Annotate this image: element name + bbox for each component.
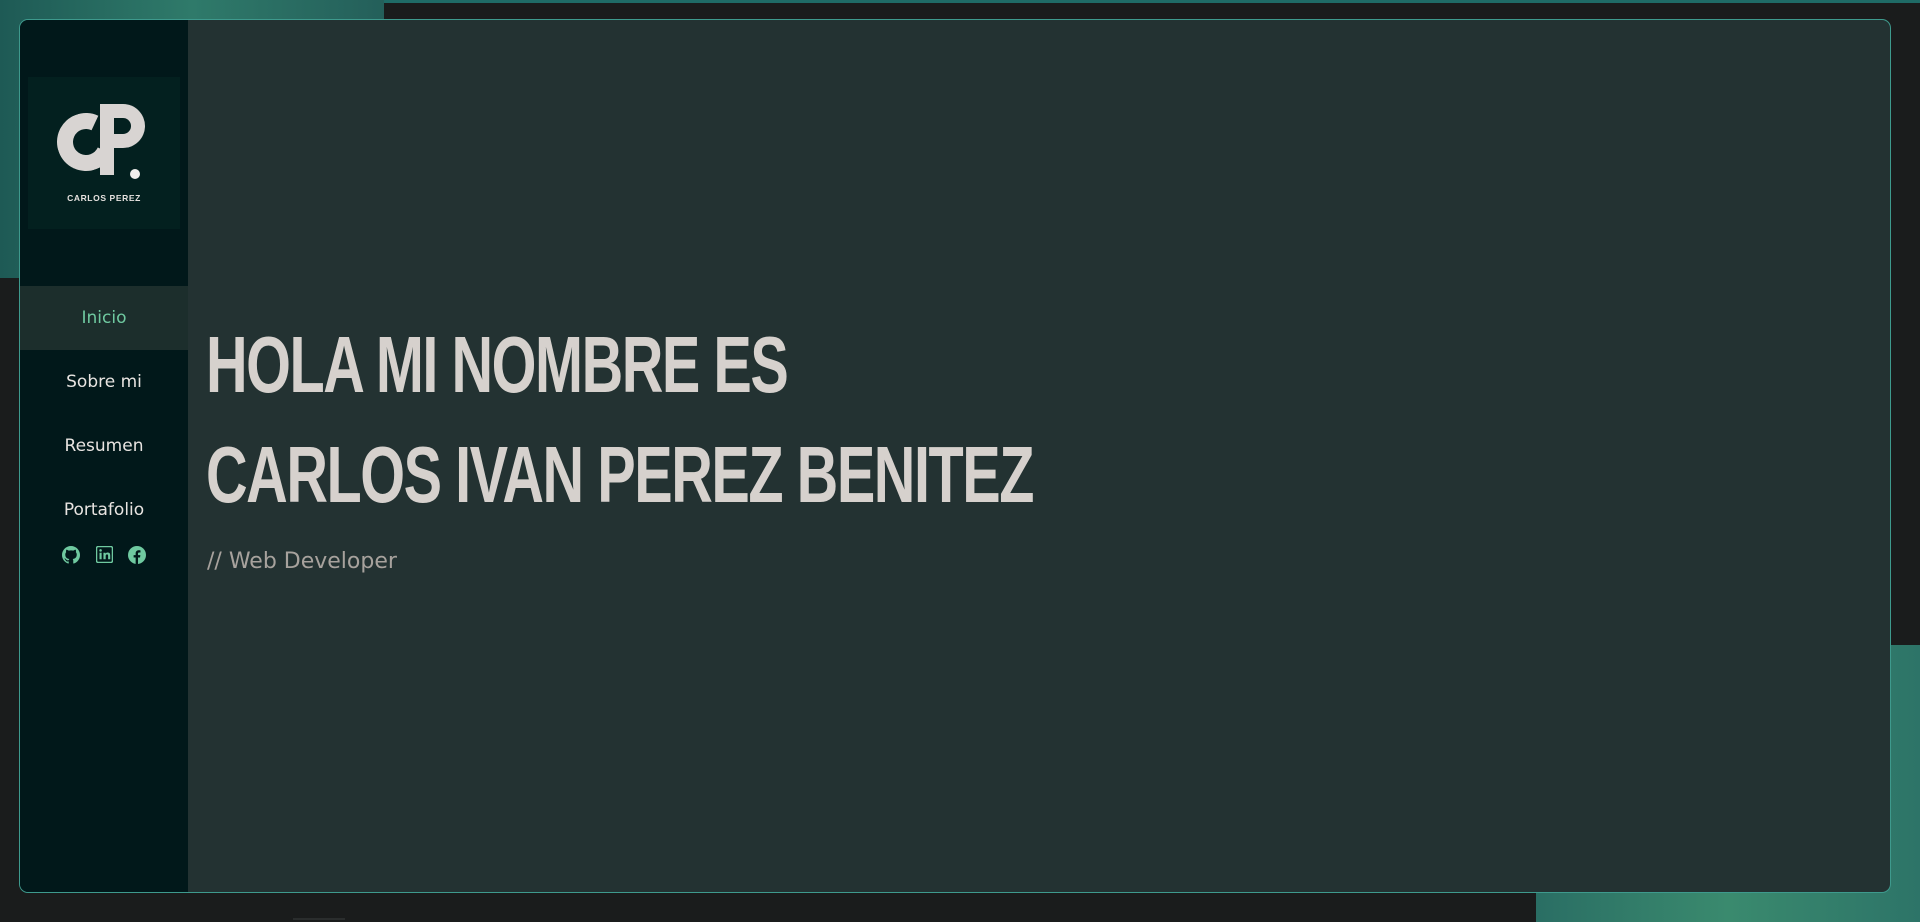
decor-bottom-mark <box>293 918 345 920</box>
decor-top-line <box>384 0 1920 3</box>
logo-text: CARLOS PEREZ <box>67 193 141 203</box>
hero-heading: HOLA MI NOMBRE ES CARLOS IVAN PEREZ BENI… <box>206 310 1034 530</box>
logo-letter-p-bowl <box>100 104 145 148</box>
nav-item-portafolio[interactable]: Portafolio <box>20 478 188 542</box>
sidebar: CARLOS PEREZ Inicio Sobre mi Resumen Por… <box>20 20 188 892</box>
hero-heading-line-1: HOLA MI NOMBRE ES <box>206 320 789 409</box>
linkedin-icon[interactable] <box>94 544 115 565</box>
nav-item-sobre-mi[interactable]: Sobre mi <box>20 350 188 414</box>
logo[interactable]: CARLOS PEREZ <box>28 77 180 229</box>
nav-item-resumen[interactable]: Resumen <box>20 414 188 478</box>
nav-item-inicio[interactable]: Inicio <box>20 286 188 350</box>
app-frame: CARLOS PEREZ Inicio Sobre mi Resumen Por… <box>19 19 1891 893</box>
social-links <box>20 544 188 565</box>
main-content: HOLA MI NOMBRE ES CARLOS IVAN PEREZ BENI… <box>188 20 1890 892</box>
github-icon[interactable] <box>61 544 82 565</box>
hero-heading-line-2: CARLOS IVAN PEREZ BENITEZ <box>206 430 1034 519</box>
logo-mark <box>48 103 152 189</box>
sidebar-nav: Inicio Sobre mi Resumen Portafolio <box>20 286 188 542</box>
logo-dot <box>130 169 140 179</box>
hero-subtitle: // Web Developer <box>207 549 397 574</box>
facebook-icon[interactable] <box>127 544 148 565</box>
